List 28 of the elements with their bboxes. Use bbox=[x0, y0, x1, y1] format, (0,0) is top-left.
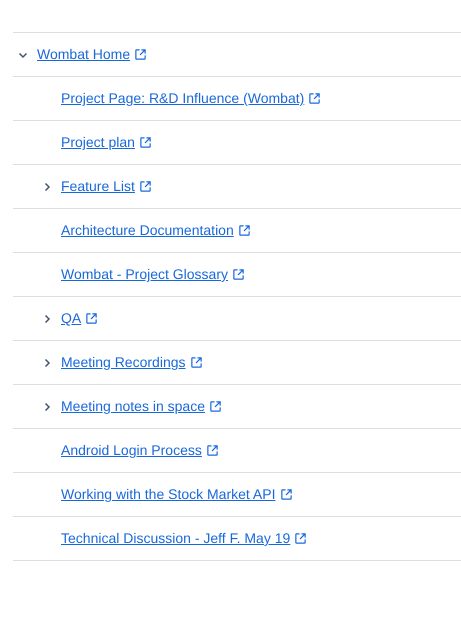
external-link-icon bbox=[206, 444, 219, 457]
page-link[interactable]: Meeting Recordings bbox=[61, 352, 186, 373]
external-link-icon bbox=[134, 48, 148, 61]
external-link-icon bbox=[138, 180, 152, 193]
external-link-icon bbox=[85, 312, 98, 325]
page-link[interactable]: Project plan bbox=[61, 132, 135, 153]
external-link-icon bbox=[232, 268, 246, 281]
external-link-icon bbox=[280, 488, 292, 501]
page-link[interactable]: Architecture Documentation bbox=[61, 220, 234, 241]
page-link[interactable]: Technical Discussion - Jeff F. May 19 bbox=[61, 528, 290, 549]
external-link-icon bbox=[238, 224, 251, 237]
chevron-right-icon[interactable] bbox=[42, 182, 52, 192]
page-link[interactable]: QA bbox=[61, 308, 82, 329]
page-link[interactable]: Wombat - Project Glossary bbox=[61, 264, 228, 285]
external-link-icon bbox=[190, 356, 203, 369]
chevron-right-icon[interactable] bbox=[42, 314, 52, 324]
page-link[interactable]: Feature List bbox=[61, 176, 135, 197]
page-link[interactable]: Android Login Process bbox=[61, 440, 202, 461]
external-link-icon bbox=[294, 532, 308, 545]
page-link[interactable]: Meeting notes in space bbox=[61, 396, 205, 417]
page-link[interactable]: Working with the Stock Market API bbox=[61, 484, 276, 505]
page-link[interactable]: Wombat Home bbox=[37, 44, 130, 65]
chevron-right-icon[interactable] bbox=[42, 358, 52, 368]
external-link-icon bbox=[308, 92, 322, 105]
page-link[interactable]: Project Page: R&D Influence (Wombat) bbox=[61, 88, 304, 109]
external-link-icon bbox=[208, 400, 222, 413]
external-link-icon bbox=[138, 136, 152, 149]
chevron-right-icon[interactable] bbox=[42, 402, 52, 412]
